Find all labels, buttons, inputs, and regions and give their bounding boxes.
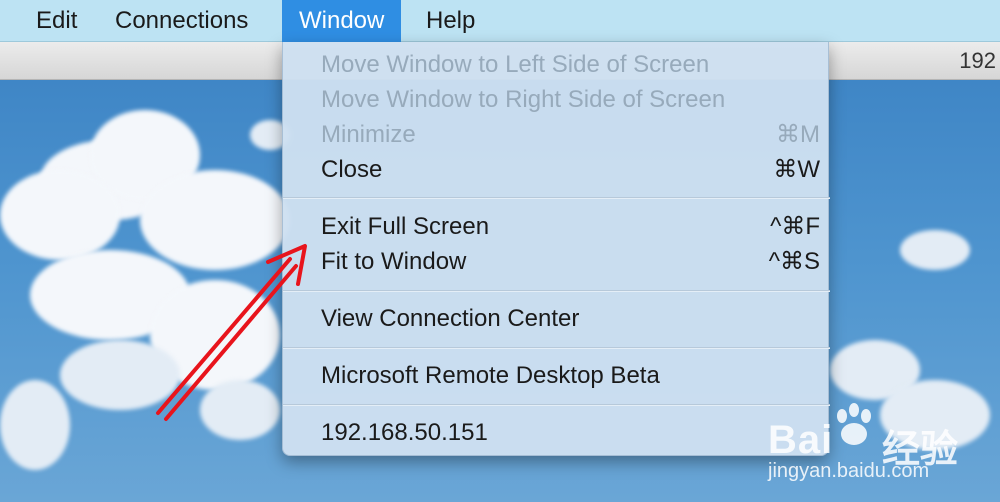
menu-item-label: Exit Full Screen	[321, 213, 490, 240]
menu-item-connection-192-168-50-151[interactable]: 192.168.50.151	[283, 415, 830, 450]
menu-separator	[283, 197, 830, 199]
menu-separator	[283, 404, 830, 406]
menu-help[interactable]: Help	[409, 0, 492, 42]
baidu-watermark: Bai 经验 jingyan.baidu.com	[764, 400, 994, 490]
menu-connections[interactable]: Connections	[98, 0, 265, 42]
menu-bar: Edit Connections Window Help	[0, 0, 1000, 42]
menu-item-label: Minimize	[321, 121, 416, 148]
menu-item-shortcut: ⌘M	[776, 121, 820, 148]
watermark-brand: Bai	[768, 418, 834, 462]
paw-icon	[837, 403, 871, 445]
menu-item-view-connection-center[interactable]: View Connection Center	[283, 301, 830, 336]
menu-item-label: Fit to Window	[321, 248, 467, 275]
menu-window[interactable]: Window	[282, 0, 402, 42]
menu-item-move-right[interactable]: Move Window to Right Side of Screen	[283, 82, 830, 117]
menu-item-label: Microsoft Remote Desktop Beta	[321, 362, 660, 389]
menu-item-label: Move Window to Left Side of Screen	[321, 51, 710, 78]
menu-edit[interactable]: Edit	[19, 0, 94, 42]
menu-item-label: View Connection Center	[321, 305, 580, 332]
menu-item-shortcut: ^⌘S	[768, 248, 820, 275]
menu-item-fit-to-window[interactable]: Fit to Window ^⌘S	[283, 244, 830, 279]
menu-item-shortcut: ⌘W	[773, 156, 820, 183]
window-title: 192	[959, 48, 996, 73]
menu-item-shortcut: ^⌘F	[770, 213, 820, 240]
menu-item-label: Move Window to Right Side of Screen	[321, 86, 726, 113]
menu-separator	[283, 347, 830, 349]
menu-item-close[interactable]: Close ⌘W	[283, 152, 830, 187]
menu-item-move-left[interactable]: Move Window to Left Side of Screen	[283, 47, 830, 82]
menu-item-label: Close	[321, 156, 383, 183]
menu-item-exit-full-screen[interactable]: Exit Full Screen ^⌘F	[283, 209, 830, 244]
menu-item-remote-desktop-beta[interactable]: Microsoft Remote Desktop Beta	[283, 358, 830, 393]
menu-item-minimize[interactable]: Minimize ⌘M	[283, 117, 830, 152]
window-menu-dropdown: Move Window to Left Side of Screen Move …	[282, 42, 830, 456]
menu-separator	[283, 290, 830, 292]
watermark-url: jingyan.baidu.com	[768, 460, 930, 482]
menu-item-label: 192.168.50.151	[321, 419, 488, 446]
